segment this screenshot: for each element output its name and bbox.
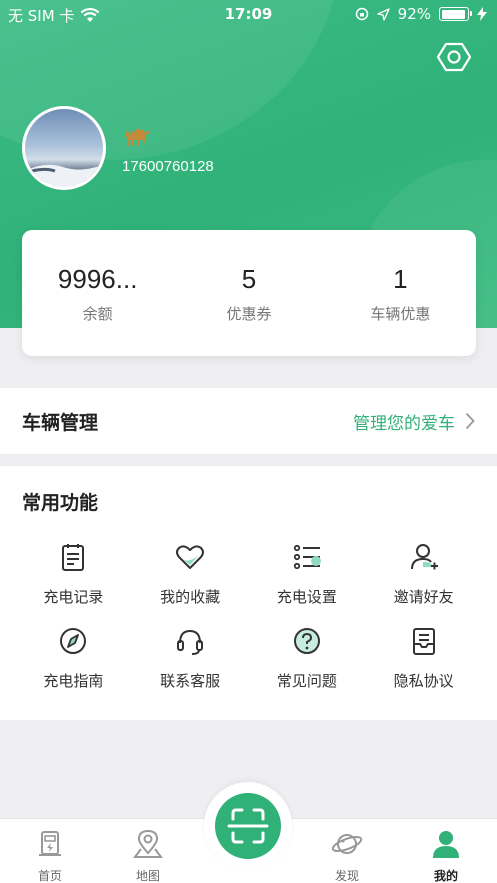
tab-label: 首页 <box>37 869 62 883</box>
function-favorites[interactable]: 我的收藏 <box>132 542 249 612</box>
function-charge-settings[interactable]: 充电设置 <box>249 542 366 612</box>
coupon-label: 优惠券 <box>226 305 272 323</box>
invite-user-icon <box>410 544 438 570</box>
function-charge-record[interactable]: 充电记录 <box>15 542 132 612</box>
tab-label: 地图 <box>135 869 160 883</box>
settings-hexagon-icon[interactable] <box>437 40 471 74</box>
charger-icon <box>39 831 61 856</box>
location-arrow-icon <box>376 7 390 21</box>
function-label: 联系客服 <box>160 672 221 690</box>
battery-percent: 92% <box>397 5 431 23</box>
tab-map[interactable]: 地图 <box>108 827 188 883</box>
document-icon <box>412 628 435 655</box>
avatar-photo <box>25 164 103 187</box>
battery-icon <box>439 7 472 21</box>
heart-icon <box>176 545 205 569</box>
function-label: 我的收藏 <box>160 588 221 606</box>
coupon-value: 5 <box>241 264 257 294</box>
camel-icon <box>125 128 150 146</box>
charging-bolt-icon <box>477 7 487 21</box>
map-pin-icon <box>133 829 163 858</box>
balance-value: 9996... <box>57 264 138 294</box>
stats-card: 9996... 余额 5 优惠券 1 车辆优惠 <box>22 230 476 356</box>
battery-fill <box>441 9 465 19</box>
functions-grid: 充电记录 我的收藏 充电设置 邀请好友 充电指南 联系客服 常见问题 隐私协议 <box>15 542 482 696</box>
balance-stat[interactable]: 9996... 余额 <box>22 230 173 356</box>
list-settings-icon <box>293 544 321 570</box>
phone-number: 17600760128 <box>122 158 214 175</box>
function-charge-guide[interactable]: 充电指南 <box>15 626 132 696</box>
manage-vehicle-label: 管理您的爱车 <box>353 413 455 434</box>
vehicle-management-title: 车辆管理 <box>22 411 99 434</box>
function-privacy-policy[interactable]: 隐私协议 <box>365 626 482 696</box>
tab-discover[interactable]: 发现 <box>307 827 387 883</box>
balance-label: 余额 <box>82 305 113 323</box>
chevron-right-icon <box>465 412 475 430</box>
charge-record-icon <box>62 544 85 571</box>
scan-icon <box>227 808 269 844</box>
coupon-stat[interactable]: 5 优惠券 <box>173 230 324 356</box>
status-bar: 无 SIM 卡 17:09 92% <box>0 0 497 30</box>
function-label: 常见问题 <box>276 672 337 690</box>
common-functions-title: 常用功能 <box>22 492 99 514</box>
status-icons: 92% <box>355 5 487 23</box>
function-faq[interactable]: 常见问题 <box>249 626 366 696</box>
manage-vehicle-link[interactable]: 管理您的爱车 <box>353 409 475 434</box>
function-label: 隐私协议 <box>393 672 454 690</box>
tab-label: 我的 <box>433 869 458 883</box>
scan-button[interactable] <box>215 793 281 859</box>
compass-icon <box>60 628 87 654</box>
vehicle-discount-value: 1 <box>393 264 408 294</box>
vehicle-discount-label: 车辆优惠 <box>370 305 431 323</box>
vehicle-discount-stat[interactable]: 1 车辆优惠 <box>325 230 476 356</box>
function-label: 充电指南 <box>43 672 104 690</box>
function-invite-friends[interactable]: 邀请好友 <box>365 542 482 612</box>
vehicle-management-row[interactable]: 车辆管理 管理您的爱车 <box>0 388 497 454</box>
user-icon <box>433 831 459 858</box>
rotation-lock-icon <box>355 7 368 21</box>
function-label: 充电设置 <box>276 588 337 606</box>
tab-mine[interactable]: 我的 <box>406 827 486 883</box>
tab-home[interactable]: 首页 <box>10 827 90 883</box>
function-label: 充电记录 <box>43 588 104 606</box>
function-customer-service[interactable]: 联系客服 <box>132 626 249 696</box>
tab-label: 发现 <box>334 869 359 883</box>
common-functions-section: 常用功能 充电记录 我的收藏 充电设置 邀请好友 充电指南 联系客服 常见问题 … <box>0 466 497 720</box>
headset-icon <box>177 629 204 655</box>
question-icon <box>293 628 320 654</box>
avatar[interactable] <box>22 106 106 190</box>
planet-icon <box>331 834 363 854</box>
function-label: 邀请好友 <box>393 588 454 606</box>
